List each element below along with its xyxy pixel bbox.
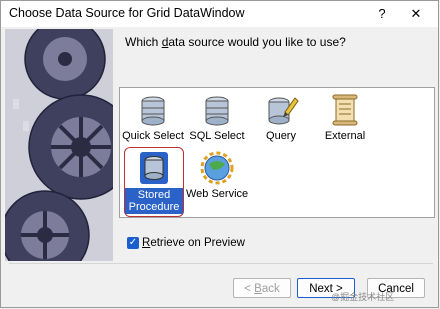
retrieve-on-preview-option[interactable]: ✓ Retrieve on Preview [127, 237, 245, 249]
retrieve-label: Retrieve on Preview [142, 237, 245, 249]
window-title: Choose Data Source for Grid DataWindow [9, 6, 245, 20]
retrieve-checkbox[interactable]: ✓ [127, 237, 139, 249]
source-label: Query [266, 130, 296, 142]
source-question: Which data source would you like to use? [125, 35, 346, 49]
watermark-text: @掘金技术社区 [331, 292, 395, 302]
source-label-line1: Stored [137, 189, 171, 201]
help-button[interactable]: ? [371, 4, 393, 24]
question-text-end: ata source would you like to use? [168, 35, 346, 49]
source-label: Stored Procedure [125, 188, 183, 214]
source-stored-procedure[interactable]: Stored Procedure [124, 147, 184, 217]
source-query[interactable]: Query [250, 92, 312, 142]
button-divider [9, 263, 433, 264]
data-source-list: Quick Select SQL Select Query External S… [119, 87, 435, 218]
query-database-icon [268, 97, 299, 125]
web-service-globe-icon [200, 151, 234, 185]
back-arrow: < [244, 283, 255, 295]
gears-image-icon [5, 29, 113, 261]
retrieve-text: etrieve on Preview [150, 237, 245, 249]
back-button[interactable]: < Back [233, 278, 291, 298]
stored-procedure-icon [140, 152, 168, 184]
source-label-line2: Procedure [128, 201, 180, 213]
source-sql-select[interactable]: SQL Select [186, 92, 248, 142]
source-label: External [324, 130, 366, 142]
scroll-icon [332, 94, 358, 126]
title-bar[interactable]: Choose Data Source for Grid DataWindow ?… [1, 1, 438, 27]
database-icon [205, 96, 229, 126]
dialog-window: Choose Data Source for Grid DataWindow ?… [0, 0, 439, 308]
source-quick-select[interactable]: Quick Select [122, 92, 184, 142]
source-web-service[interactable]: Web Service [186, 150, 248, 200]
source-external[interactable]: External [314, 92, 376, 142]
back-text: ack [261, 283, 280, 295]
gear-illustration [5, 29, 113, 261]
database-icon [141, 96, 165, 126]
close-button[interactable]: ✕ [405, 4, 427, 24]
source-label: SQL Select [189, 130, 245, 142]
source-label: Quick Select [122, 130, 184, 142]
source-label: Web Service [186, 188, 249, 200]
question-text-start: Which [125, 35, 162, 49]
back-mnemonic: B [254, 283, 262, 295]
